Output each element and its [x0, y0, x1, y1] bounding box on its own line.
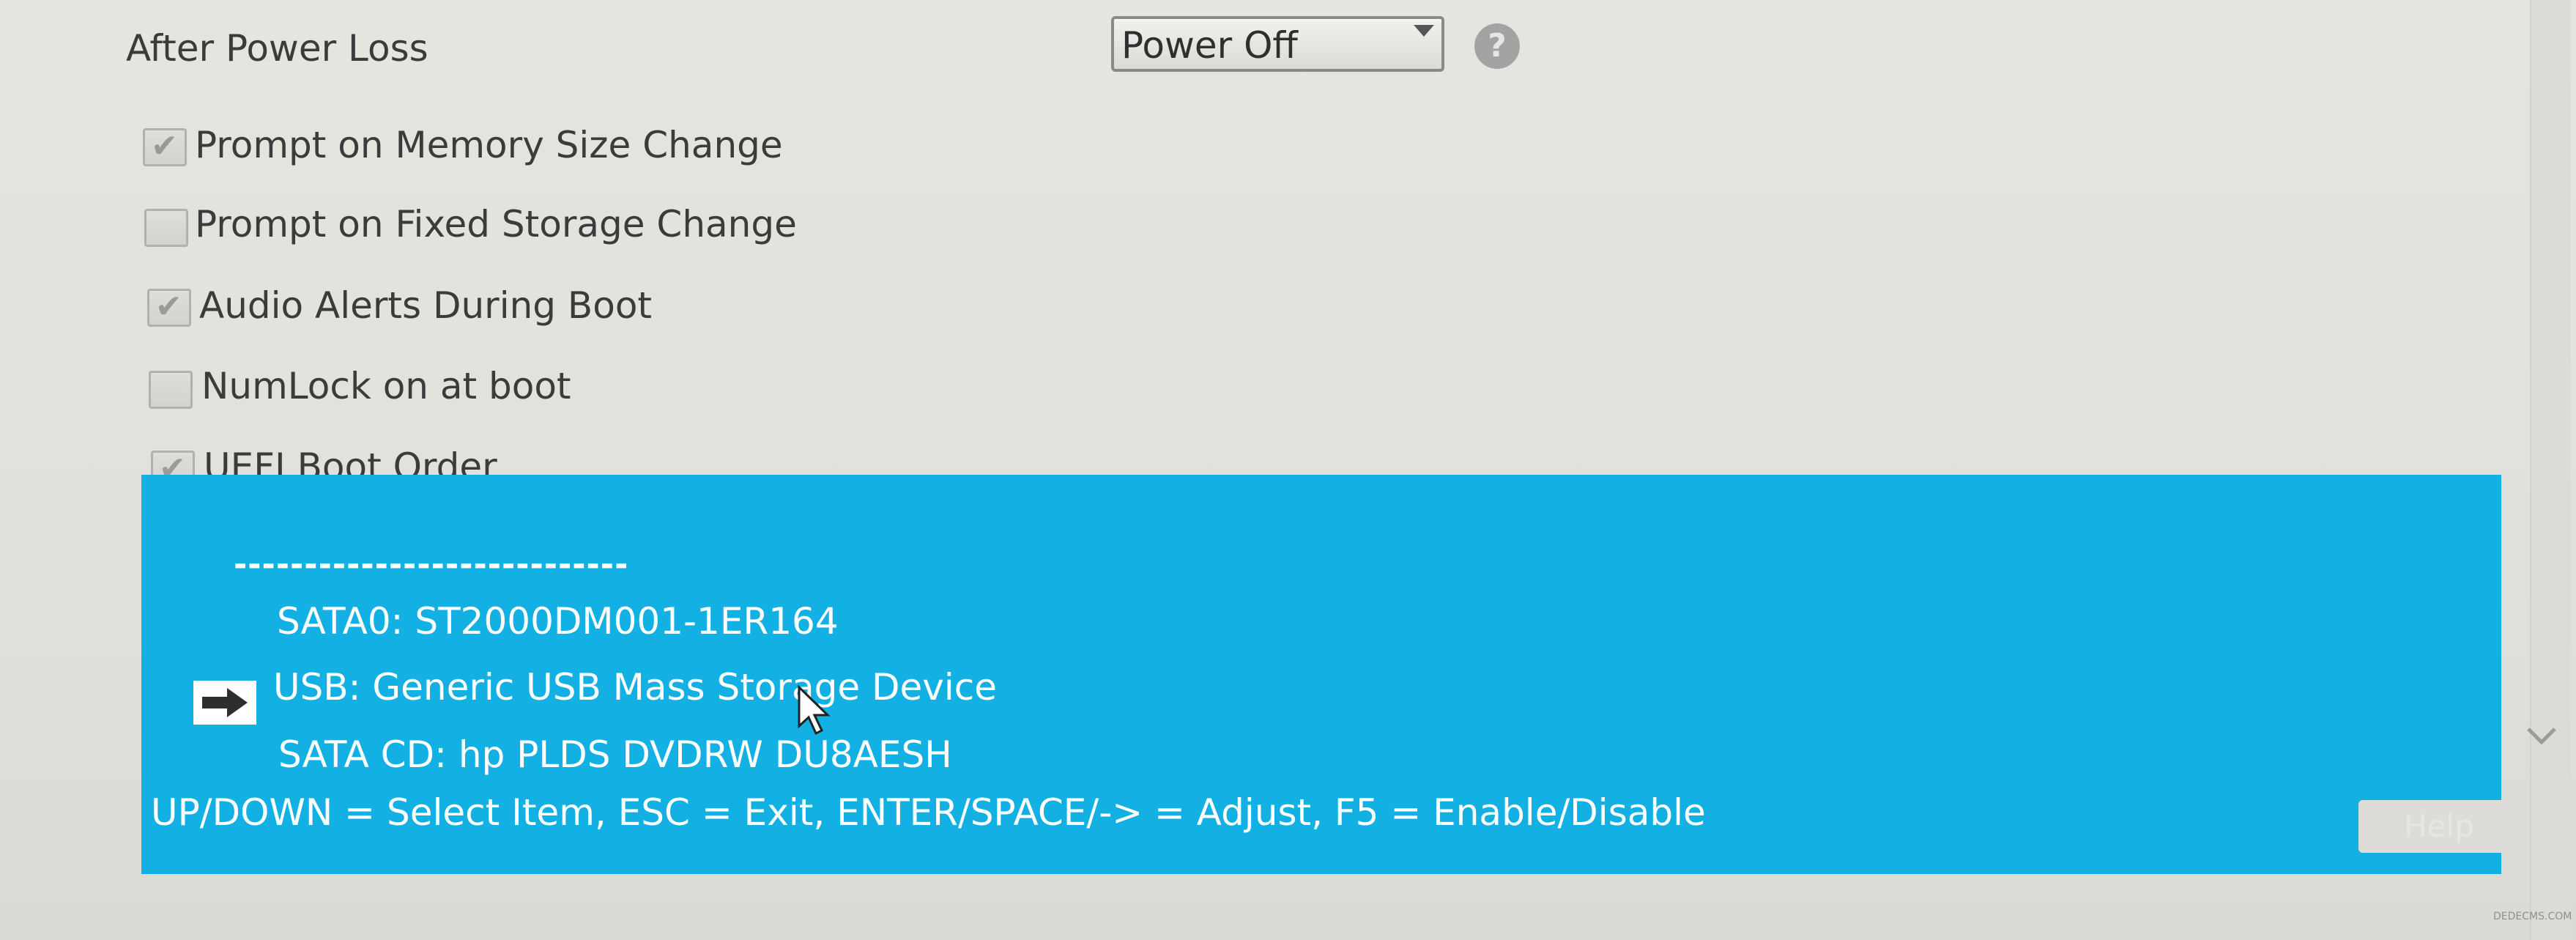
- checkbox-label-audio-alerts: Audio Alerts During Boot: [199, 284, 653, 327]
- after-power-loss-value: Power Off: [1121, 24, 1298, 67]
- chevron-down-icon: [1414, 25, 1434, 37]
- mouse-cursor-icon: [798, 685, 831, 736]
- checkbox-numlock[interactable]: [149, 371, 193, 409]
- after-power-loss-label: After Power Loss: [126, 27, 428, 70]
- boot-item-sata-cd[interactable]: SATA CD: hp PLDS DVDRW DU8AESH: [278, 733, 952, 777]
- boot-item-usb[interactable]: USB: Generic USB Mass Storage Device: [273, 665, 997, 709]
- checkbox-label-numlock: NumLock on at boot: [201, 365, 571, 407]
- checkbox-fixed-storage-change[interactable]: [144, 209, 188, 247]
- boot-order-divider: ----------------------------: [234, 546, 629, 583]
- vertical-scrollbar[interactable]: [2530, 0, 2571, 940]
- checkmark-icon: ✔: [151, 127, 178, 165]
- help-button[interactable]: Help: [2358, 800, 2520, 853]
- watermark-text: DEDECMS.COM: [2493, 911, 2572, 922]
- checkbox-audio-alerts[interactable]: ✔: [147, 288, 191, 327]
- right-arrow-icon: [193, 681, 256, 725]
- checkbox-memory-size-change[interactable]: ✔: [143, 127, 187, 166]
- checkmark-icon: ✔: [155, 288, 182, 325]
- checkbox-label-memory-size-change: Prompt on Memory Size Change: [195, 124, 783, 166]
- after-power-loss-select[interactable]: Power Off: [1111, 16, 1444, 72]
- question-circle-icon[interactable]: ?: [1474, 23, 1520, 69]
- chevron-down-icon[interactable]: [2520, 722, 2564, 751]
- bios-settings-page: After Power Loss Power Off ? ✔ Prompt on…: [0, 0, 2576, 940]
- checkbox-label-fixed-storage-change: Prompt on Fixed Storage Change: [195, 203, 797, 245]
- boot-item-sata0[interactable]: SATA0: ST2000DM001-1ER164: [277, 599, 839, 643]
- boot-order-key-hint: UP/DOWN = Select Item, ESC = Exit, ENTER…: [151, 791, 1706, 834]
